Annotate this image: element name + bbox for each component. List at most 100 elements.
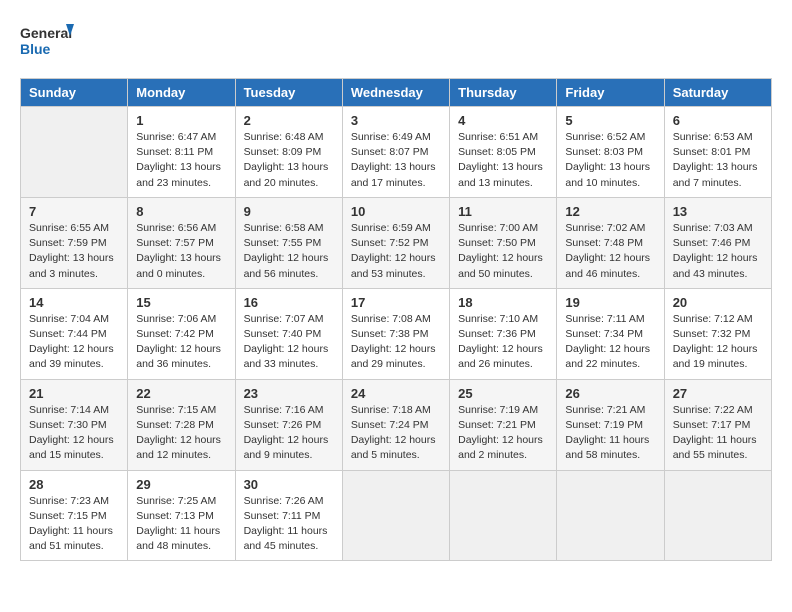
day-cell: 19 Sunrise: 7:11 AMSunset: 7:34 PMDayligh… [557,288,664,379]
day-info: Sunrise: 7:16 AMSunset: 7:26 PMDaylight:… [244,403,334,464]
day-cell: 23 Sunrise: 7:16 AMSunset: 7:26 PMDayligh… [235,379,342,470]
day-info: Sunrise: 7:10 AMSunset: 7:36 PMDaylight:… [458,312,548,373]
day-number: 21 [29,386,119,401]
day-cell: 9Sunrise: 6:58 AMSunset: 7:55 PMDaylight… [235,197,342,288]
day-info: Sunrise: 7:18 AMSunset: 7:24 PMDaylight:… [351,403,441,464]
col-header-friday: Friday [557,79,664,107]
day-number: 4 [458,113,548,128]
day-number: 1 [136,113,226,128]
day-info: Sunrise: 7:15 AMSunset: 7:28 PMDaylight:… [136,403,226,464]
day-number: 23 [244,386,334,401]
day-cell: 5Sunrise: 6:52 AMSunset: 8:03 PMDaylight… [557,107,664,198]
calendar-table: SundayMondayTuesdayWednesdayThursdayFrid… [20,78,772,561]
day-number: 24 [351,386,441,401]
col-header-sunday: Sunday [21,79,128,107]
day-number: 16 [244,295,334,310]
day-cell: 8 Sunrise: 6:56 AMSunset: 7:57 PMDaylight… [128,197,235,288]
col-header-wednesday: Wednesday [342,79,449,107]
day-info: Sunrise: 7:25 AMSunset: 7:13 PMDaylight:… [136,494,226,555]
day-cell: 22 Sunrise: 7:15 AMSunset: 7:28 PMDayligh… [128,379,235,470]
day-info: Sunrise: 7:08 AMSunset: 7:38 PMDaylight:… [351,312,441,373]
week-row-4: 21 Sunrise: 7:14 AMSunset: 7:30 PMDayligh… [21,379,772,470]
week-row-5: 28 Sunrise: 7:23 AMSunset: 7:15 PMDayligh… [21,470,772,561]
day-cell: 26 Sunrise: 7:21 AMSunset: 7:19 PMDayligh… [557,379,664,470]
day-info: Sunrise: 6:52 AMSunset: 8:03 PMDaylight:… [565,130,655,191]
week-row-2: 7 Sunrise: 6:55 AMSunset: 7:59 PMDaylight… [21,197,772,288]
day-cell [450,470,557,561]
day-cell: 7 Sunrise: 6:55 AMSunset: 7:59 PMDaylight… [21,197,128,288]
day-number: 7 [29,204,119,219]
day-cell: 11 Sunrise: 7:00 AMSunset: 7:50 PMDayligh… [450,197,557,288]
day-cell: 15 Sunrise: 7:06 AMSunset: 7:42 PMDayligh… [128,288,235,379]
logo-svg: General Blue [20,20,75,62]
week-row-3: 14 Sunrise: 7:04 AMSunset: 7:44 PMDayligh… [21,288,772,379]
day-info: Sunrise: 7:26 AMSunset: 7:11 PMDaylight:… [244,494,334,555]
header: General Blue [20,20,772,62]
day-number: 14 [29,295,119,310]
day-number: 22 [136,386,226,401]
day-number: 18 [458,295,548,310]
day-number: 15 [136,295,226,310]
day-number: 8 [136,204,226,219]
day-number: 26 [565,386,655,401]
day-cell: 29 Sunrise: 7:25 AMSunset: 7:13 PMDayligh… [128,470,235,561]
day-cell: 1 Sunrise: 6:47 AMSunset: 8:11 PMDaylight… [128,107,235,198]
day-info: Sunrise: 7:21 AMSunset: 7:19 PMDaylight:… [565,403,655,464]
day-cell: 24 Sunrise: 7:18 AMSunset: 7:24 PMDayligh… [342,379,449,470]
day-cell [557,470,664,561]
day-info: Sunrise: 6:56 AMSunset: 7:57 PMDaylight:… [136,221,226,282]
day-number: 13 [673,204,763,219]
day-cell: 30 Sunrise: 7:26 AMSunset: 7:11 PMDayligh… [235,470,342,561]
day-cell: 13Sunrise: 7:03 AMSunset: 7:46 PMDayligh… [664,197,771,288]
day-cell: 21 Sunrise: 7:14 AMSunset: 7:30 PMDayligh… [21,379,128,470]
day-number: 10 [351,204,441,219]
week-row-1: 1 Sunrise: 6:47 AMSunset: 8:11 PMDaylight… [21,107,772,198]
day-cell [21,107,128,198]
day-info: Sunrise: 6:49 AMSunset: 8:07 PMDaylight:… [351,130,441,191]
day-number: 3 [351,113,441,128]
day-number: 9 [244,204,334,219]
day-cell: 4 Sunrise: 6:51 AMSunset: 8:05 PMDaylight… [450,107,557,198]
day-cell: 14 Sunrise: 7:04 AMSunset: 7:44 PMDayligh… [21,288,128,379]
day-info: Sunrise: 7:23 AMSunset: 7:15 PMDaylight:… [29,494,119,555]
day-cell [342,470,449,561]
day-number: 20 [673,295,763,310]
day-number: 2 [244,113,334,128]
col-header-tuesday: Tuesday [235,79,342,107]
day-cell: 10 Sunrise: 6:59 AMSunset: 7:52 PMDayligh… [342,197,449,288]
day-cell [664,470,771,561]
day-number: 19 [565,295,655,310]
day-info: Sunrise: 7:11 AMSunset: 7:34 PMDaylight:… [565,312,655,373]
day-number: 28 [29,477,119,492]
day-cell: 18 Sunrise: 7:10 AMSunset: 7:36 PMDayligh… [450,288,557,379]
day-number: 6 [673,113,763,128]
col-header-saturday: Saturday [664,79,771,107]
day-number: 12 [565,204,655,219]
day-info: Sunrise: 6:55 AMSunset: 7:59 PMDaylight:… [29,221,119,282]
day-cell: 2 Sunrise: 6:48 AMSunset: 8:09 PMDaylight… [235,107,342,198]
day-info: Sunrise: 7:04 AMSunset: 7:44 PMDaylight:… [29,312,119,373]
svg-text:Blue: Blue [20,41,51,57]
day-info: Sunrise: 6:53 AMSunset: 8:01 PMDaylight:… [673,130,763,191]
day-number: 17 [351,295,441,310]
day-info: Sunrise: 7:14 AMSunset: 7:30 PMDaylight:… [29,403,119,464]
day-cell: 25 Sunrise: 7:19 AMSunset: 7:21 PMDayligh… [450,379,557,470]
day-info: Sunrise: 6:59 AMSunset: 7:52 PMDaylight:… [351,221,441,282]
day-number: 11 [458,204,548,219]
day-number: 29 [136,477,226,492]
day-cell: 16 Sunrise: 7:07 AMSunset: 7:40 PMDayligh… [235,288,342,379]
svg-text:General: General [20,25,72,41]
day-cell: 6 Sunrise: 6:53 AMSunset: 8:01 PMDaylight… [664,107,771,198]
day-number: 25 [458,386,548,401]
day-info: Sunrise: 7:19 AMSunset: 7:21 PMDaylight:… [458,403,548,464]
day-info: Sunrise: 6:51 AMSunset: 8:05 PMDaylight:… [458,130,548,191]
day-info: Sunrise: 6:48 AMSunset: 8:09 PMDaylight:… [244,130,334,191]
day-cell: 17 Sunrise: 7:08 AMSunset: 7:38 PMDayligh… [342,288,449,379]
day-cell: 12Sunrise: 7:02 AMSunset: 7:48 PMDayligh… [557,197,664,288]
day-info: Sunrise: 7:07 AMSunset: 7:40 PMDaylight:… [244,312,334,373]
day-number: 30 [244,477,334,492]
day-cell: 28 Sunrise: 7:23 AMSunset: 7:15 PMDayligh… [21,470,128,561]
day-info: Sunrise: 7:00 AMSunset: 7:50 PMDaylight:… [458,221,548,282]
day-info: Sunrise: 7:06 AMSunset: 7:42 PMDaylight:… [136,312,226,373]
day-info: Sunrise: 6:47 AMSunset: 8:11 PMDaylight:… [136,130,226,191]
